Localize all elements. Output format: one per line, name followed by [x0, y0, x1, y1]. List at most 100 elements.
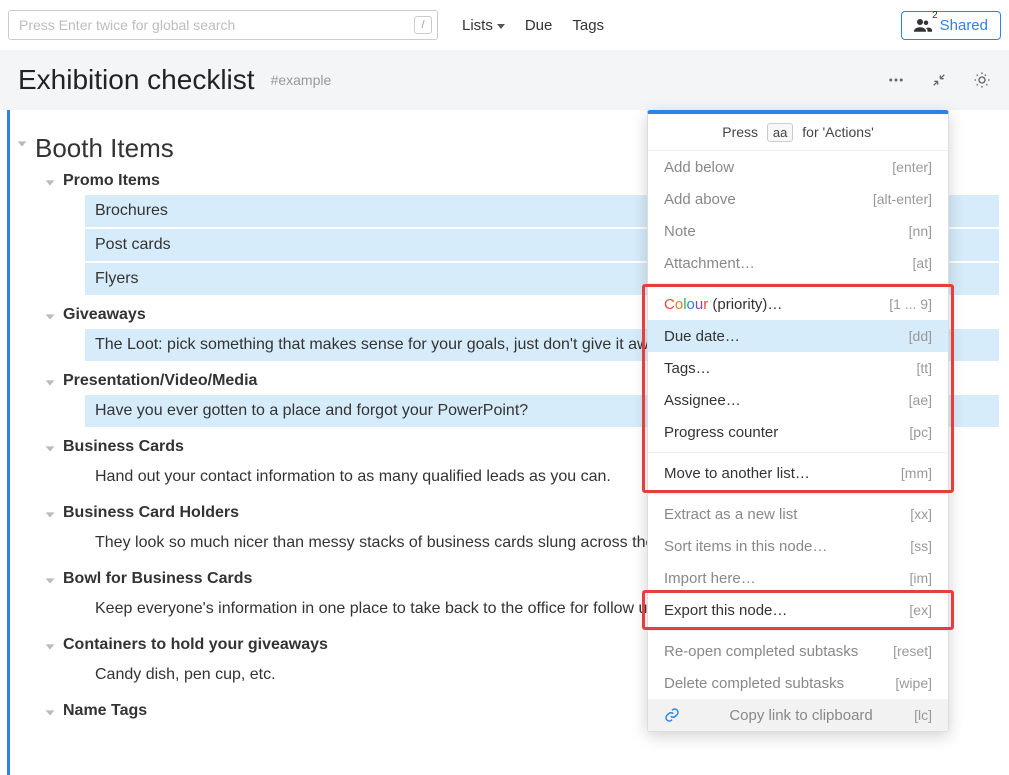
panel-item-shortcut: [ex] [909, 602, 932, 618]
panel-item[interactable]: Note [nn] [648, 215, 948, 247]
link-icon [664, 707, 680, 723]
panel-item-shortcut: [ae] [909, 392, 932, 408]
panel-item-shortcut: [pc] [909, 424, 932, 440]
page-title: Exhibition checklist [18, 64, 255, 96]
panel-items: Add below[enter]Add above[alt-enter]Note… [648, 151, 948, 731]
section-title[interactable]: Containers to hold your giveaways [63, 636, 328, 654]
panel-item-label: Delete completed subtasks [664, 675, 844, 692]
chevron-down-icon[interactable] [43, 508, 57, 522]
section-title[interactable]: Business Card Holders [63, 504, 239, 522]
shared-count: 2 [932, 10, 938, 21]
chevron-down-icon[interactable] [15, 137, 29, 151]
actions-panel: Press aa for 'Actions' Add below[enter]A… [647, 110, 949, 732]
panel-item[interactable]: Tags…[tt] [648, 352, 948, 384]
panel-item-shortcut: [ss] [910, 538, 932, 554]
slash-shortcut: / [414, 16, 432, 34]
panel-item-label: Attachment… [664, 255, 755, 272]
chevron-down-icon[interactable] [43, 640, 57, 654]
panel-item-label: Import here… [664, 570, 756, 587]
chevron-down-icon[interactable] [43, 706, 57, 720]
panel-item-shortcut: [tt] [916, 360, 932, 376]
panel-item-label: Export this node… [664, 602, 787, 619]
panel-item[interactable]: Export this node… [ex] [648, 594, 948, 626]
panel-item-shortcut: [mm] [901, 465, 932, 481]
more-icon[interactable] [887, 71, 905, 89]
panel-hint-post: for 'Actions' [802, 124, 873, 140]
panel-item-shortcut: [1 ... 9] [889, 296, 932, 312]
panel-item[interactable]: Due date… [dd] [648, 320, 948, 352]
panel-item[interactable]: Progress counter [pc] [648, 416, 948, 448]
collapse-icon[interactable] [931, 72, 947, 88]
panel-item[interactable]: Sort items in this node… [ss] [648, 530, 948, 562]
content: Booth Items Promo ItemsBrochuresPost car… [0, 110, 1009, 775]
chevron-down-icon[interactable] [43, 176, 57, 190]
titlebar: Exhibition checklist #example [0, 50, 1009, 110]
root-title[interactable]: Booth Items [35, 133, 174, 164]
panel-item[interactable]: Re-open completed subtasks [reset] [648, 635, 948, 667]
chevron-down-icon[interactable] [43, 442, 57, 456]
chevron-down-icon[interactable] [43, 574, 57, 588]
panel-item[interactable]: Move to another list… [mm] [648, 457, 948, 489]
nav-lists-label: Lists [462, 17, 493, 34]
panel-item[interactable]: Attachment…[at] [648, 247, 948, 279]
chevron-down-icon[interactable] [43, 310, 57, 324]
section-title[interactable]: Giveaways [63, 306, 146, 324]
search-box: / [8, 10, 438, 40]
panel-item[interactable]: Delete completed subtasks [wipe] [648, 667, 948, 699]
chevron-down-icon [497, 24, 505, 29]
panel-item-label: Assignee… [664, 392, 741, 409]
panel-item[interactable]: Add above[alt-enter] [648, 183, 948, 215]
users-icon: 2 [914, 18, 932, 32]
shared-label: Shared [940, 17, 988, 34]
panel-item-label: Colour (priority)… [664, 296, 782, 313]
panel-item-shortcut: [im] [909, 570, 932, 586]
panel-item-shortcut: [nn] [909, 223, 932, 239]
panel-item-label: Note [664, 223, 696, 240]
panel-item-label: Re-open completed subtasks [664, 643, 858, 660]
panel-item-shortcut: [enter] [892, 159, 932, 175]
shared-button[interactable]: 2 Shared [901, 11, 1001, 40]
divider [648, 493, 948, 494]
left-gutter [7, 110, 15, 775]
panel-item[interactable]: Add below [enter] [648, 151, 948, 183]
divider [648, 283, 948, 284]
nav-lists[interactable]: Lists [462, 17, 505, 34]
section-title[interactable]: Bowl for Business Cards [63, 570, 252, 588]
divider [648, 630, 948, 631]
panel-item-label: Move to another list… [664, 465, 810, 482]
panel-item-label: Add below [664, 159, 734, 176]
panel-item-shortcut: [reset] [893, 643, 932, 659]
panel-header: Press aa for 'Actions' [648, 114, 948, 151]
section-title[interactable]: Name Tags [63, 702, 147, 720]
divider [648, 452, 948, 453]
panel-item[interactable]: Import here… [im] [648, 562, 948, 594]
section-title[interactable]: Promo Items [63, 172, 160, 190]
title-actions [887, 71, 991, 89]
nav-due[interactable]: Due [525, 17, 553, 34]
panel-item[interactable]: Colour (priority)… [1 ... 9] [648, 288, 948, 320]
tag-pill[interactable]: #example [271, 72, 332, 88]
panel-item-shortcut: [wipe] [895, 675, 932, 691]
panel-item[interactable]: Assignee… [ae] [648, 384, 948, 416]
section-title[interactable]: Business Cards [63, 438, 184, 456]
panel-item-shortcut: [xx] [910, 506, 932, 522]
chevron-down-icon[interactable] [43, 376, 57, 390]
panel-item-label: Due date… [664, 328, 740, 345]
panel-item-label: Sort items in this node… [664, 538, 827, 555]
panel-item-label: Progress counter [664, 424, 778, 441]
panel-hint-pre: Press [722, 124, 758, 140]
panel-item-label: Extract as a new list [664, 506, 797, 523]
panel-item-shortcut: [dd] [909, 328, 932, 344]
panel-hint-kbd: aa [767, 123, 793, 142]
panel-item[interactable]: Copy link to clipboard [lc] [648, 699, 948, 731]
panel-item[interactable]: Extract as a new list [xx] [648, 498, 948, 530]
nav: Lists Due Tags [462, 17, 604, 34]
search-input[interactable] [8, 10, 438, 40]
panel-item-shortcut: [lc] [914, 707, 932, 723]
topbar: / Lists Due Tags 2 Shared [0, 0, 1009, 50]
section-title[interactable]: Presentation/Video/Media [63, 372, 257, 390]
panel-item-label: Add above [664, 191, 736, 208]
gear-icon[interactable] [973, 71, 991, 89]
nav-tags[interactable]: Tags [572, 17, 604, 34]
panel-item-label: Copy link to clipboard [729, 707, 872, 724]
